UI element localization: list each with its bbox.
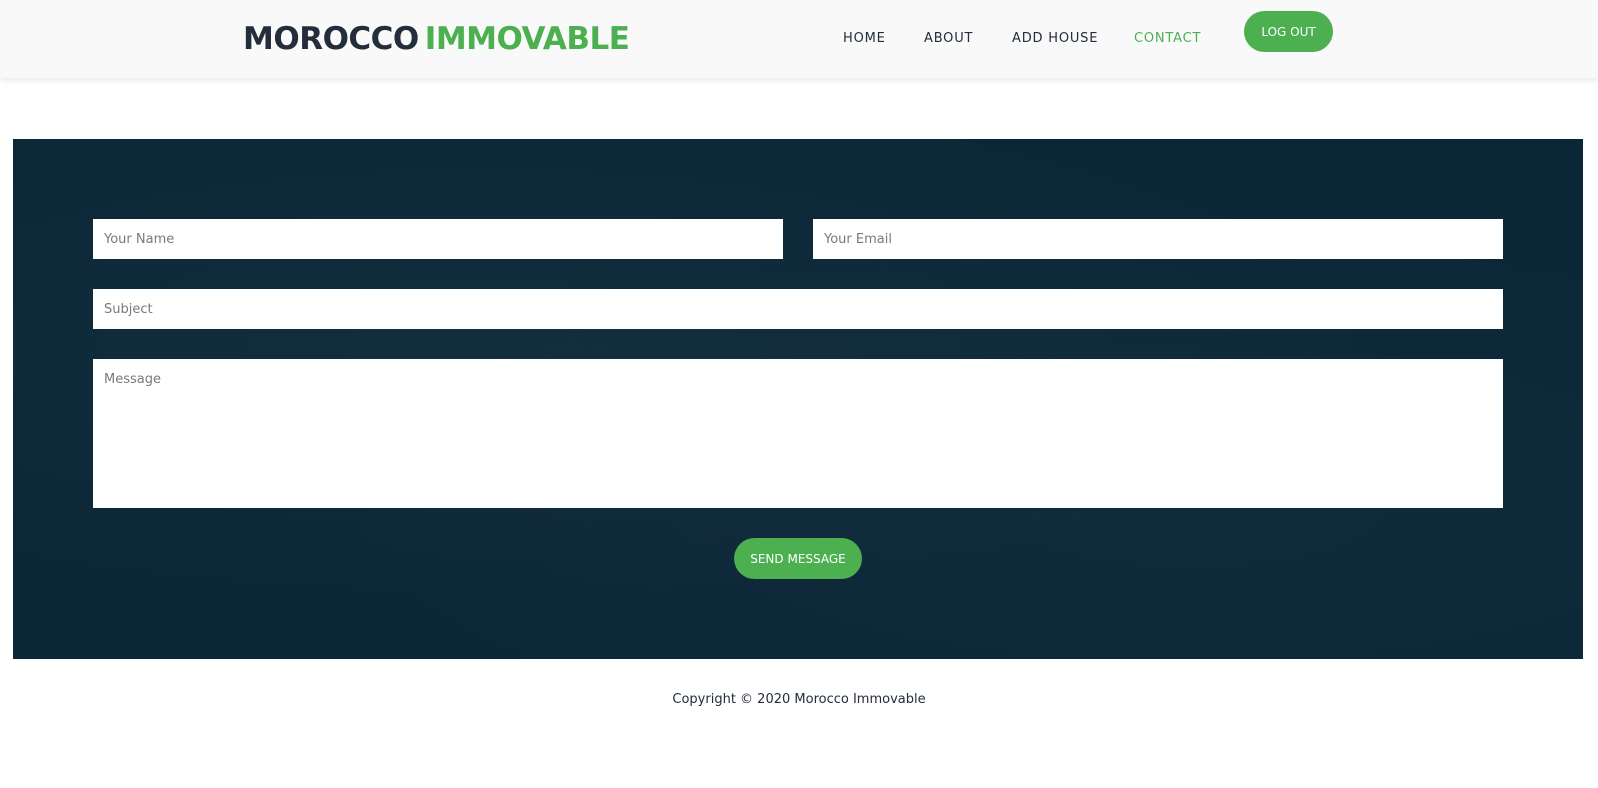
message-textarea[interactable]: [93, 359, 1503, 508]
logo-text-morocco: MOROCCO: [243, 21, 419, 57]
send-message-button[interactable]: SEND MESSAGE: [734, 538, 862, 579]
copyright-text: Copyright © 2020 Morocco Immovable: [672, 692, 926, 707]
nav-about[interactable]: ABOUT: [924, 29, 973, 49]
site-header: MOROCCO IMMOVABLE HOME ABOUT ADD HOUSE CO…: [0, 0, 1598, 78]
name-input[interactable]: [93, 219, 783, 259]
nav-home[interactable]: HOME: [843, 29, 886, 49]
logo-text-immovable: IMMOVABLE: [424, 21, 630, 57]
nav-contact[interactable]: CONTACT: [1134, 29, 1201, 49]
nav-add-house[interactable]: ADD HOUSE: [1012, 29, 1098, 49]
subject-input[interactable]: [93, 289, 1503, 329]
site-logo[interactable]: MOROCCO IMMOVABLE: [243, 18, 630, 60]
contact-form-section: SEND MESSAGE: [13, 139, 1583, 659]
logout-button[interactable]: LOG OUT: [1244, 11, 1333, 52]
email-input[interactable]: [813, 219, 1503, 259]
